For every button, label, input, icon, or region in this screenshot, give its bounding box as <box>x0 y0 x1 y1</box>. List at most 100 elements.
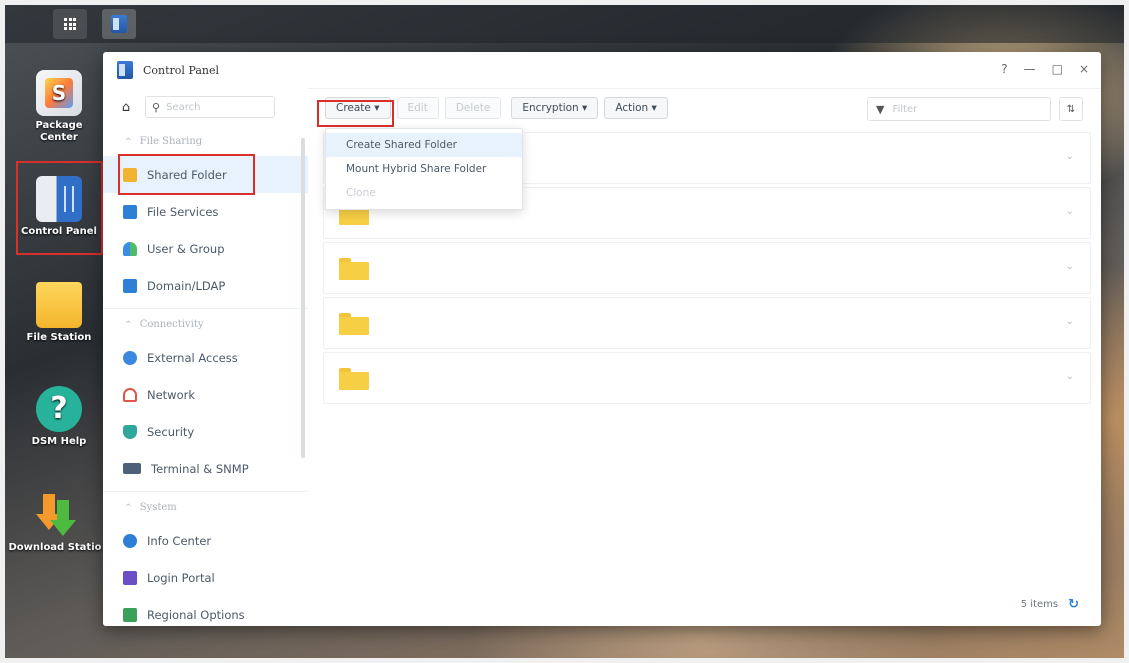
terminal-icon <box>123 463 141 474</box>
control-panel-highlight <box>16 161 103 255</box>
column-settings-icon[interactable]: ⇅ <box>1059 97 1083 121</box>
help-icon: ? <box>36 386 82 432</box>
chevron-up-icon: ^ <box>125 502 132 512</box>
search-icon: ⚲ <box>152 100 161 114</box>
control-panel-window: Control Panel ? — □ × ⌂ ⚲ Search ^ File … <box>103 52 1101 626</box>
filter-icon: ▼ <box>876 102 885 116</box>
chevron-down-icon[interactable]: ⌄ <box>1066 261 1074 272</box>
external-access-icon <box>123 350 137 365</box>
desktop-icon-package-center[interactable]: S Package Center <box>12 70 106 144</box>
delete-button[interactable]: Delete <box>444 97 502 119</box>
chevron-down-icon[interactable]: ⌄ <box>1066 206 1074 217</box>
list-item[interactable]: ⌄ <box>323 352 1091 404</box>
sidebar-item-network[interactable]: Network <box>103 376 308 413</box>
action-button[interactable]: Action ▾ <box>604 97 668 119</box>
sidebar-item-label: Regional Options <box>147 607 245 622</box>
desktop-icon-label: DSM Help <box>31 436 87 447</box>
menu-item-mount-hybrid-share-folder[interactable]: Mount Hybrid Share Folder <box>326 157 522 181</box>
sidebar-item-domain-ldap[interactable]: Domain/LDAP <box>103 267 308 304</box>
list-item[interactable]: ⌄ <box>323 297 1091 349</box>
download-icon <box>32 492 78 538</box>
info-icon <box>123 533 137 548</box>
encryption-button[interactable]: Encryption ▾ <box>511 97 599 119</box>
sidebar-item-label: Security <box>147 424 195 439</box>
sidebar-item-file-services[interactable]: File Services <box>103 193 308 230</box>
desktop-icon-label: File Station <box>26 332 92 343</box>
sidebar-item-user-group[interactable]: User & Group <box>103 230 308 267</box>
taskbar <box>5 5 1124 43</box>
domain-icon <box>123 278 137 293</box>
minimize-button[interactable]: — <box>1024 62 1036 76</box>
sidebar-scrollbar[interactable] <box>301 138 305 458</box>
section-file-sharing[interactable]: ^ File Sharing <box>103 126 308 156</box>
sidebar-item-label: File Services <box>147 204 219 219</box>
package-center-icon: S <box>36 70 82 116</box>
section-label: File Sharing <box>139 135 203 147</box>
section-system[interactable]: ^ System <box>103 492 308 522</box>
status-bar: 5 items ↻ <box>1021 597 1079 612</box>
filter-input[interactable]: ▼ Filter <box>867 97 1051 121</box>
menu-item-create-shared-folder[interactable]: Create Shared Folder <box>326 133 522 157</box>
login-portal-icon <box>123 570 137 585</box>
chevron-down-icon[interactable]: ⌄ <box>1066 316 1074 327</box>
create-button-highlight <box>317 100 394 127</box>
sidebar-item-login-portal[interactable]: Login Portal <box>103 559 308 596</box>
desktop-icon-label: Package <box>35 120 83 131</box>
desktop-icon-download-station[interactable]: Download Statio <box>8 492 102 554</box>
section-label: System <box>139 501 177 513</box>
section-connectivity[interactable]: ^ Connectivity <box>103 309 308 339</box>
desktop-icon-label: Download Statio <box>8 542 102 553</box>
window-title: Control Panel <box>143 63 220 77</box>
sidebar-item-label: Terminal & SNMP <box>151 461 249 476</box>
grid-icon <box>64 18 76 30</box>
create-dropdown-menu: Create Shared Folder Mount Hybrid Share … <box>325 128 523 210</box>
filter-placeholder: Filter <box>892 103 918 115</box>
main-menu-button[interactable] <box>53 9 87 39</box>
refresh-icon[interactable]: ↻ <box>1068 597 1079 612</box>
sidebar-item-label: Info Center <box>147 533 212 548</box>
sidebar-item-label: Login Portal <box>147 570 215 585</box>
chevron-down-icon[interactable]: ⌄ <box>1066 151 1074 162</box>
maximize-button[interactable]: □ <box>1052 62 1063 76</box>
regional-options-icon <box>123 607 137 622</box>
sidebar-item-security[interactable]: Security <box>103 413 308 450</box>
home-icon[interactable]: ⌂ <box>117 98 135 116</box>
desktop-icon-dsm-help[interactable]: ? DSM Help <box>12 386 106 448</box>
toolbar: Create ▾ Edit Delete Encryption ▾ Action… <box>323 88 1101 128</box>
taskbar-control-panel-button[interactable] <box>102 9 136 39</box>
help-button[interactable]: ? <box>1001 62 1007 76</box>
folder-icon <box>339 313 369 335</box>
folder-icon <box>339 258 369 280</box>
chevron-down-icon[interactable]: ⌄ <box>1066 371 1074 382</box>
folder-icon <box>36 282 82 328</box>
control-panel-icon <box>111 15 127 33</box>
sidebar-item-info-center[interactable]: Info Center <box>103 522 308 559</box>
sidebar-item-terminal-snmp[interactable]: Terminal & SNMP <box>103 450 308 487</box>
user-group-icon <box>123 241 137 256</box>
shield-icon <box>123 424 137 439</box>
sidebar-item-label: Network <box>147 387 196 402</box>
sidebar-item-label: Domain/LDAP <box>147 278 226 293</box>
chevron-up-icon: ^ <box>125 319 132 329</box>
sidebar-item-external-access[interactable]: External Access <box>103 339 308 376</box>
main-panel: Create ▾ Edit Delete Encryption ▾ Action… <box>323 88 1101 626</box>
sidebar-item-label: External Access <box>147 350 238 365</box>
network-icon <box>123 387 137 402</box>
list-item[interactable]: ⌄ <box>323 242 1091 294</box>
menu-item-clone[interactable]: Clone <box>326 181 522 205</box>
sidebar-item-label: User & Group <box>147 241 225 256</box>
shared-folder-highlight <box>118 154 255 195</box>
file-services-icon <box>123 204 137 219</box>
control-panel-icon <box>117 61 133 79</box>
desktop-icon-file-station[interactable]: File Station <box>12 282 106 344</box>
folder-icon <box>339 368 369 390</box>
section-label: Connectivity <box>139 318 204 330</box>
search-input[interactable]: ⚲ Search <box>145 96 275 118</box>
edit-button[interactable]: Edit <box>396 97 439 119</box>
close-button[interactable]: × <box>1079 62 1089 76</box>
desktop-icon-label: Center <box>40 132 78 143</box>
chevron-up-icon: ^ <box>125 136 132 146</box>
sidebar-item-regional-options[interactable]: Regional Options <box>103 596 308 626</box>
search-placeholder: Search <box>166 101 201 113</box>
window-titlebar[interactable]: Control Panel ? — □ × <box>103 52 1101 89</box>
